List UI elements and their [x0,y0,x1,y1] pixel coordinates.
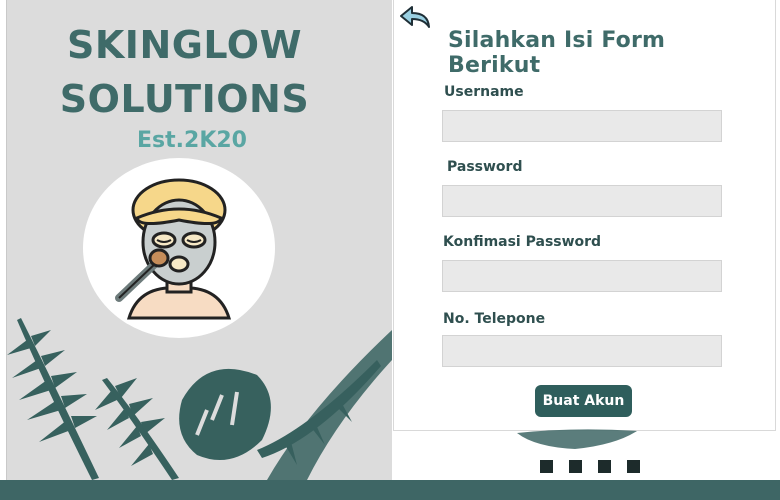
indicator-dot [598,460,611,473]
back-arrow-icon[interactable] [398,4,434,30]
bottom-bar [0,480,780,500]
slide-indicator [540,458,656,477]
brand-title-line2: SOLUTIONS [59,77,310,121]
brush-stroke-decoration [517,429,637,449]
brand-title-line1: SKINGLOW [66,23,303,67]
password-label: Password [447,159,523,175]
password-input[interactable] [442,185,722,217]
indicator-dot [627,460,640,473]
form-title: Silahkan Isi Form Berikut [448,28,666,78]
indicator-dot [540,460,553,473]
create-account-button[interactable]: Buat Akun [535,385,632,417]
foliage-decoration [7,318,392,480]
phone-label: No. Telepone [443,311,546,327]
phone-input[interactable] [442,335,722,367]
username-input[interactable] [442,110,722,142]
brand-title: SKINGLOW SOLUTIONS [7,18,362,126]
brand-panel: SKINGLOW SOLUTIONS Est.2K20 [6,0,392,480]
established-label: Est.2K20 [137,128,247,153]
face-mask-avatar-icon [115,178,232,320]
indicator-dot [569,460,582,473]
confirm-password-input[interactable] [442,260,722,292]
username-label: Username [444,84,524,100]
confirm-password-label: Konfimasi Password [443,234,602,250]
